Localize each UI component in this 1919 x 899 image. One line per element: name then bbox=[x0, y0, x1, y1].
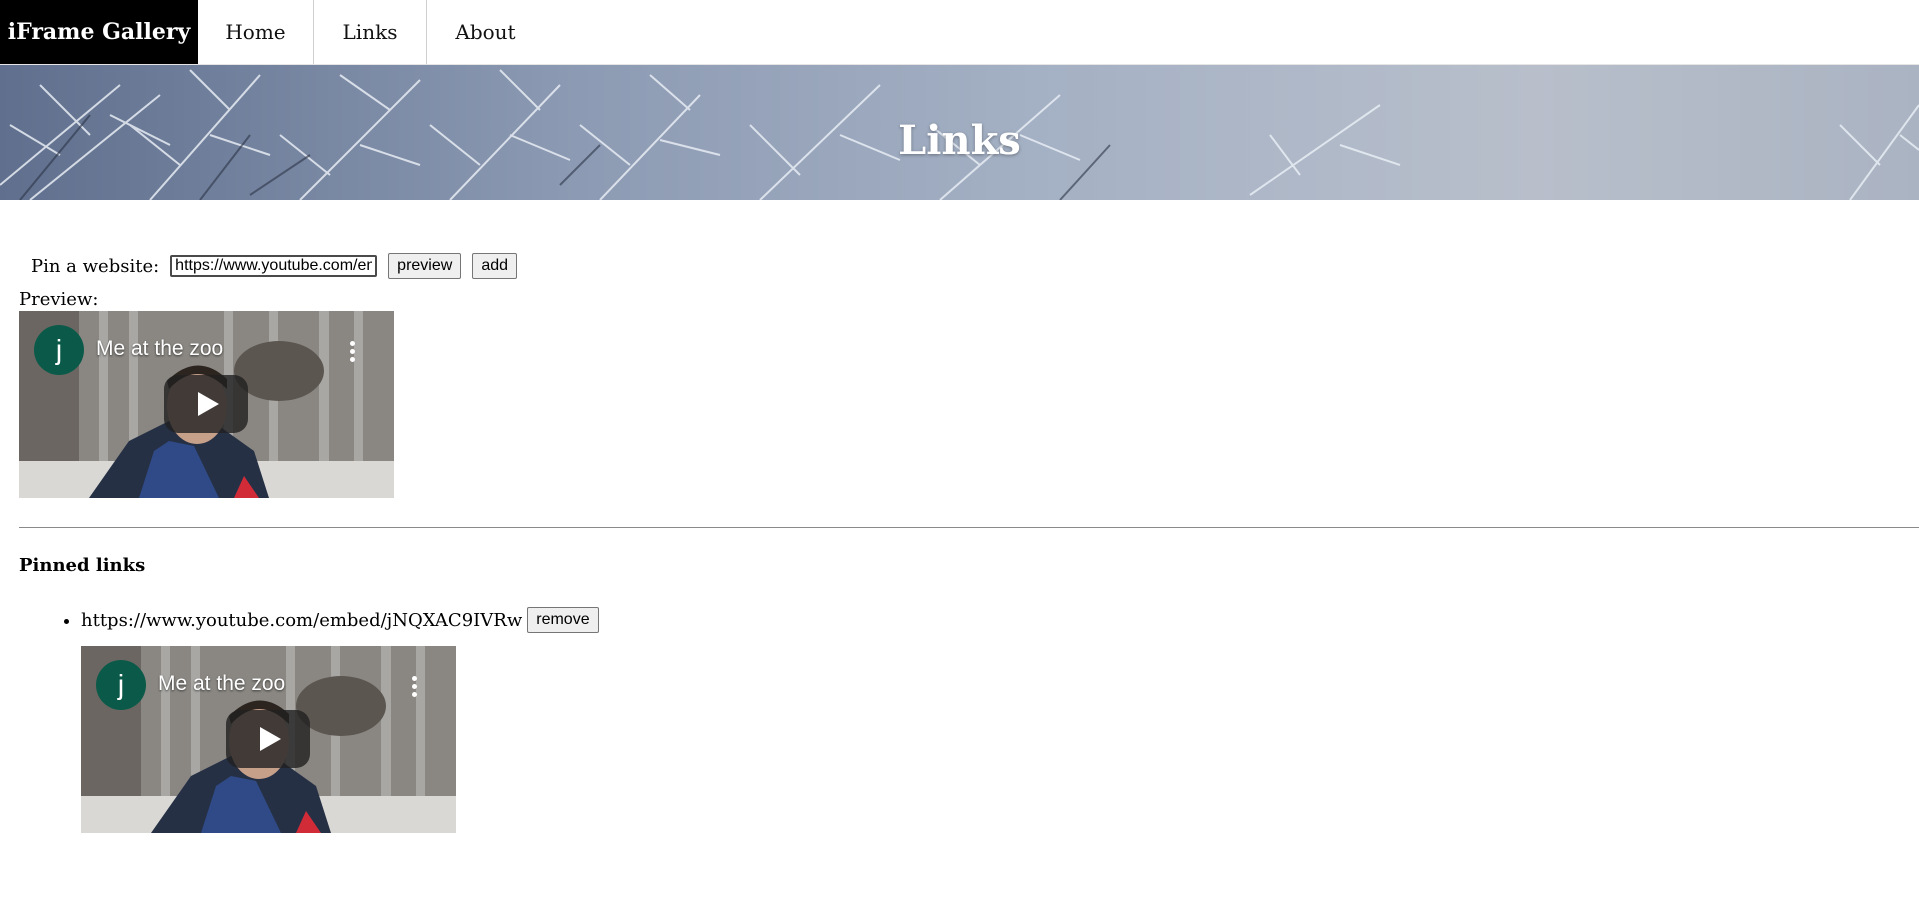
brand-logo-link[interactable]: iFrame Gallery bbox=[0, 0, 198, 64]
nav-links[interactable]: Links bbox=[314, 0, 427, 64]
channel-avatar: j bbox=[96, 660, 146, 710]
preview-button[interactable]: preview bbox=[388, 253, 462, 279]
pin-website-form: Pin a website: preview add bbox=[19, 252, 1900, 280]
nav-home[interactable]: Home bbox=[198, 0, 314, 64]
add-button[interactable]: add bbox=[472, 253, 518, 279]
channel-avatar: j bbox=[34, 325, 84, 375]
url-input[interactable] bbox=[170, 255, 378, 277]
preview-label: Preview: bbox=[19, 289, 99, 310]
play-button[interactable] bbox=[226, 710, 310, 768]
pinned-video-embed[interactable]: j Me at the zoo bbox=[81, 646, 456, 833]
nav-about[interactable]: About bbox=[427, 0, 544, 64]
play-icon bbox=[198, 392, 219, 416]
main-content: Pin a website: preview add Preview: j Me… bbox=[0, 252, 1919, 833]
top-nav: iFrame Gallery Home Links About bbox=[0, 0, 1919, 65]
video-title[interactable]: Me at the zoo bbox=[96, 337, 223, 361]
section-divider bbox=[19, 527, 1919, 528]
play-icon bbox=[260, 727, 281, 751]
hero-banner: Links bbox=[0, 65, 1919, 200]
pinned-url: https://www.youtube.com/embed/jNQXAC9IVR… bbox=[81, 609, 523, 631]
list-item: https://www.youtube.com/embed/jNQXAC9IVR… bbox=[81, 606, 1900, 833]
play-button[interactable] bbox=[164, 375, 248, 433]
more-options-icon[interactable] bbox=[350, 341, 356, 363]
preview-video-embed[interactable]: j Me at the zoo bbox=[19, 311, 394, 498]
pinned-links-heading: Pinned links bbox=[19, 555, 146, 576]
remove-button[interactable]: remove bbox=[527, 607, 599, 633]
video-title[interactable]: Me at the zoo bbox=[158, 672, 285, 696]
page-title: Links bbox=[898, 117, 1021, 164]
pinned-links-list: https://www.youtube.com/embed/jNQXAC9IVR… bbox=[19, 606, 1900, 833]
pin-website-label: Pin a website: bbox=[31, 255, 160, 277]
more-options-icon[interactable] bbox=[412, 676, 418, 698]
